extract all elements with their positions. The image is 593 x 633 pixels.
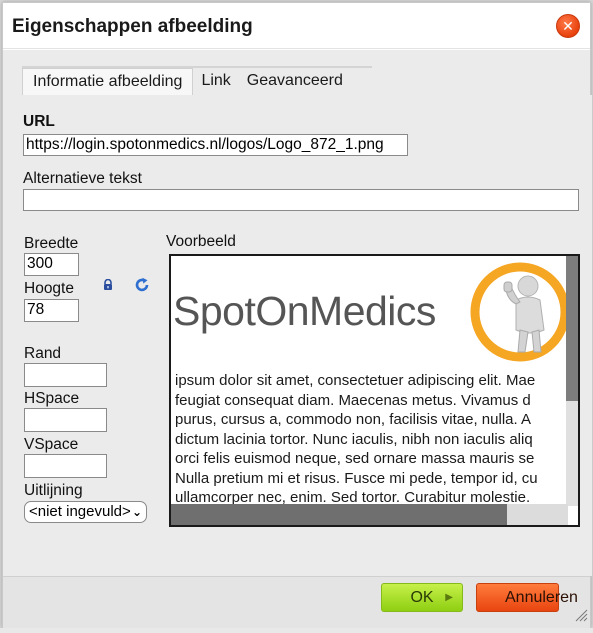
border-input[interactable] xyxy=(24,363,107,387)
align-label: Uitlijning xyxy=(24,482,83,499)
background-toolbar xyxy=(0,628,593,633)
preview-vertical-scrollbar[interactable] xyxy=(566,256,578,506)
width-input[interactable]: 300 xyxy=(24,253,79,276)
resize-grip-icon[interactable] xyxy=(574,608,588,627)
close-button[interactable]: ✕ xyxy=(556,14,580,38)
close-icon: ✕ xyxy=(562,18,574,34)
hspace-label: HSpace xyxy=(24,390,80,407)
tab-advanced[interactable]: Geavanceerd xyxy=(238,68,351,96)
preview-line: ipsum dolor sit amet, consectetuer adipi… xyxy=(175,372,536,389)
height-label: Hoogte xyxy=(24,280,74,297)
preview-line: orci felis euismod neque, sed ornare mas… xyxy=(175,450,535,467)
arrow-right-icon: ▶ xyxy=(445,592,453,603)
cancel-button[interactable]: Annuleren xyxy=(476,583,578,612)
vspace-input[interactable] xyxy=(24,454,107,478)
preview-line: purus, cursus a, commodo non, facilisis … xyxy=(175,411,532,428)
preview-label: Voorbeeld xyxy=(166,233,236,250)
image-properties-dialog: Eigenschappen afbeelding ✕ Informatie af… xyxy=(2,2,592,629)
align-select-value: <niet ingevuld> xyxy=(29,503,131,520)
tab-image-info[interactable]: Informatie afbeelding xyxy=(22,68,194,96)
align-select[interactable]: <niet ingevuld> ⌄ xyxy=(24,501,147,523)
border-label: Rand xyxy=(24,345,62,362)
cancel-button-label: Annuleren xyxy=(505,589,578,606)
dialog-footer: OK ▶ Annuleren xyxy=(3,576,590,629)
preview-logo-figure xyxy=(468,260,572,369)
preview-horizontal-scrollbar[interactable] xyxy=(171,504,568,525)
vertical-scroll-thumb[interactable] xyxy=(566,256,578,401)
preview-line: dictum lacinia tortor. Nunc iaculis, nib… xyxy=(175,430,533,448)
horizontal-scroll-thumb[interactable] xyxy=(171,504,507,525)
preview-body-text: ipsum dolor sit amet, consectetuer adipi… xyxy=(175,371,565,508)
preview-line: feugiat consequat diam. Maecenas metus. … xyxy=(175,391,531,409)
hspace-input[interactable] xyxy=(24,408,107,432)
ok-button[interactable]: OK ▶ xyxy=(381,583,463,612)
tab-bar: Informatie afbeelding Link Geavanceerd xyxy=(22,68,351,96)
url-label: URL xyxy=(23,113,55,130)
alt-text-label: Alternatieve tekst xyxy=(23,170,142,187)
tab-link[interactable]: Link xyxy=(193,68,239,96)
dialog-titlebar[interactable]: Eigenschappen afbeelding ✕ xyxy=(3,3,590,49)
height-input[interactable]: 78 xyxy=(24,299,79,322)
image-preview: SpotOnMedics ipsum dolor sit amet, conse… xyxy=(169,254,580,527)
url-input[interactable]: https://login.spotonmedics.nl/logos/Logo… xyxy=(23,134,408,156)
dialog-title: Eigenschappen afbeelding xyxy=(12,16,253,37)
preview-line: Nulla pretium mi et risus. Fusce mi pede… xyxy=(175,469,538,487)
lock-icon[interactable] xyxy=(102,278,114,296)
width-label: Breedte xyxy=(24,235,79,252)
preview-logo-text: SpotOnMedics xyxy=(173,288,436,334)
vspace-label: VSpace xyxy=(24,436,79,453)
alt-text-input[interactable] xyxy=(23,189,579,211)
reset-size-icon[interactable] xyxy=(134,277,150,298)
ok-button-label: OK xyxy=(410,589,434,606)
chevron-down-icon: ⌄ xyxy=(131,505,142,519)
